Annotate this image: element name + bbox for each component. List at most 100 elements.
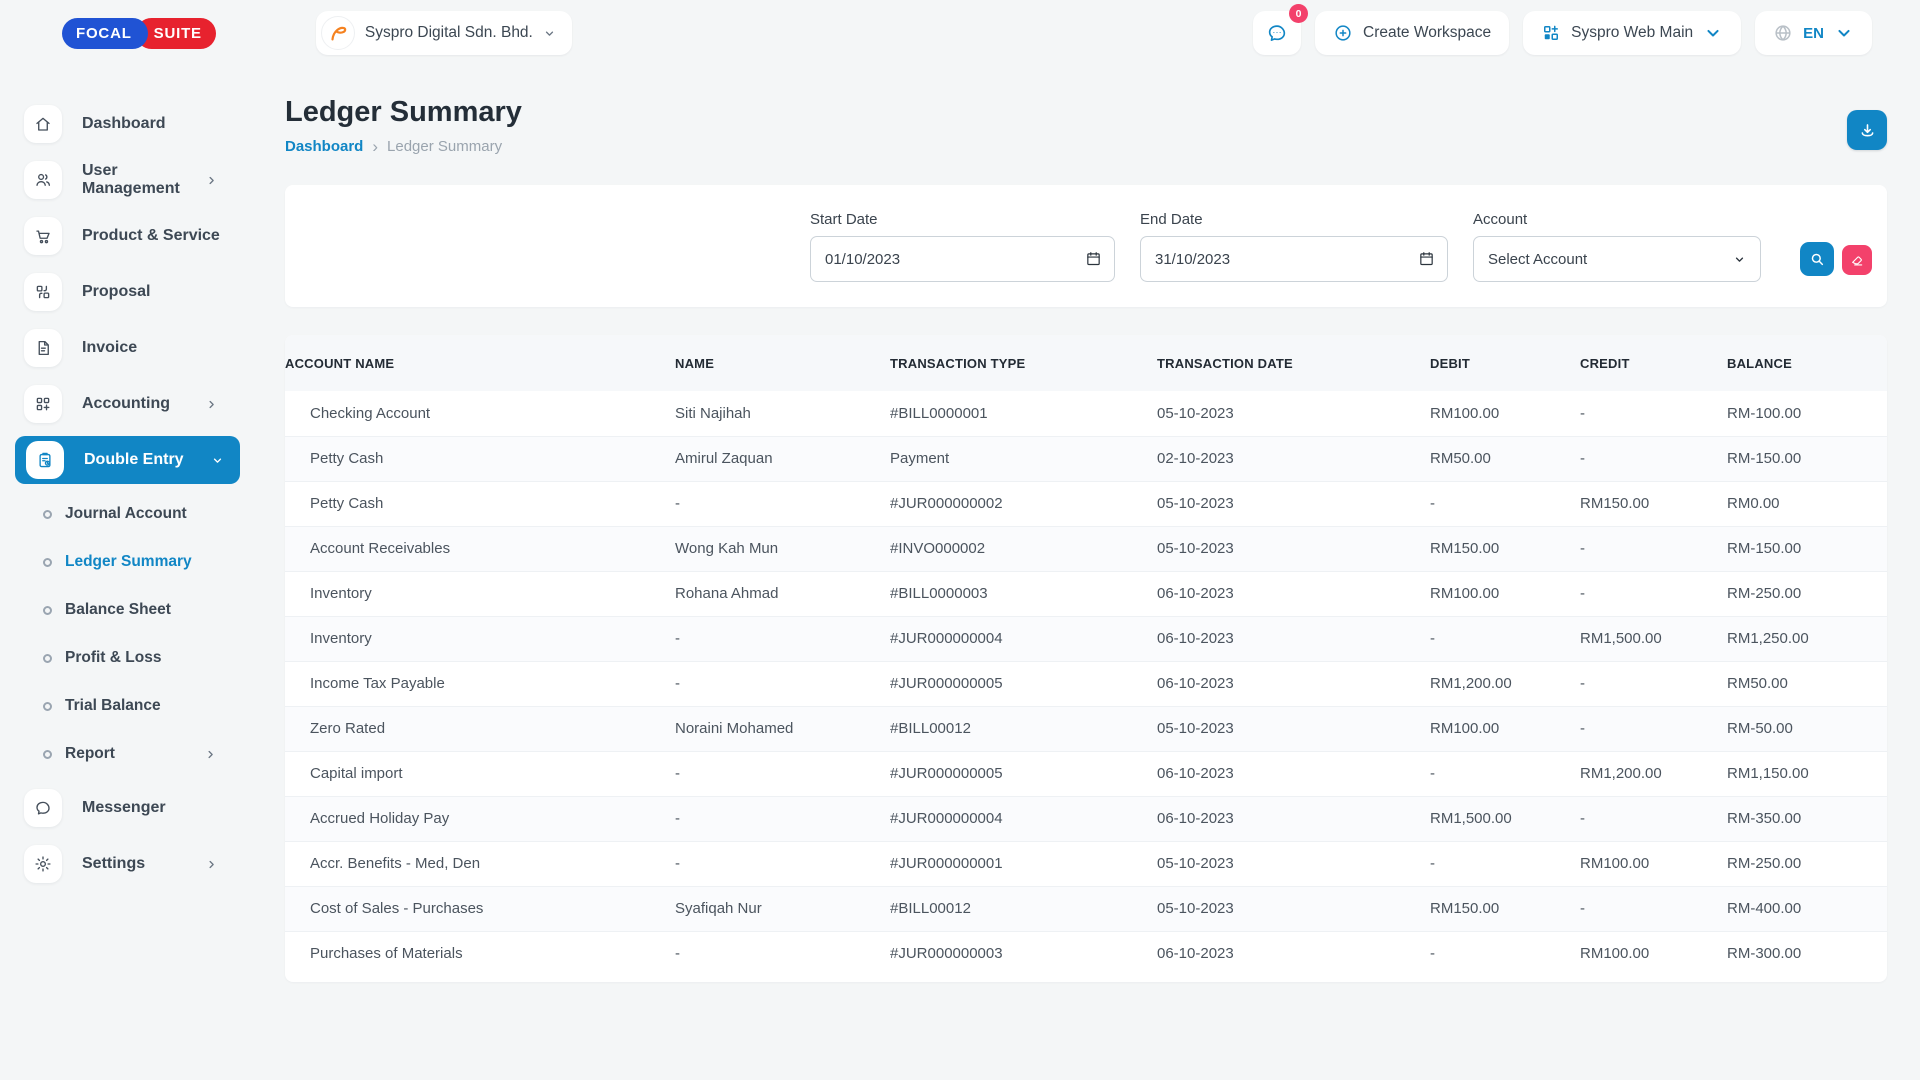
table-row[interactable]: Inventory Rohana Ahmad #BILL0000003 06-1… bbox=[285, 571, 1887, 616]
table-row[interactable]: Accr. Benefits - Med, Den - #JUR00000000… bbox=[285, 841, 1887, 886]
cell-name: - bbox=[675, 481, 890, 526]
cell-debit: RM100.00 bbox=[1430, 391, 1580, 436]
cell-credit: - bbox=[1580, 661, 1727, 706]
search-button[interactable] bbox=[1800, 242, 1834, 276]
company-selector[interactable]: Syspro Digital Sdn. Bhd. bbox=[316, 11, 572, 55]
sidebar-subitem[interactable]: Report bbox=[0, 730, 240, 778]
table-row[interactable]: Cost of Sales - Purchases Syafiqah Nur #… bbox=[285, 886, 1887, 931]
chevron-right-icon bbox=[204, 748, 217, 761]
company-name: Syspro Digital Sdn. Bhd. bbox=[365, 24, 533, 42]
sidebar-subitem[interactable]: Profit & Loss bbox=[0, 634, 240, 682]
table-row[interactable]: Inventory - #JUR000000004 06-10-2023 - R… bbox=[285, 616, 1887, 661]
bullet-icon bbox=[43, 606, 52, 615]
breadcrumb: Dashboard › Ledger Summary bbox=[285, 138, 522, 155]
table-row[interactable]: Capital import - #JUR000000005 06-10-202… bbox=[285, 751, 1887, 796]
chevron-down-icon bbox=[1733, 253, 1746, 266]
cell-balance: RM-300.00 bbox=[1727, 931, 1887, 976]
cell-debit: - bbox=[1430, 616, 1580, 661]
cell-transaction-date: 05-10-2023 bbox=[1157, 841, 1430, 886]
table-row[interactable]: Income Tax Payable - #JUR000000005 06-10… bbox=[285, 661, 1887, 706]
sidebar-item-proposal[interactable]: Proposal bbox=[0, 264, 240, 320]
page-title: Ledger Summary bbox=[285, 96, 522, 129]
table-row[interactable]: Petty Cash Amirul Zaquan Payment 02-10-2… bbox=[285, 436, 1887, 481]
breadcrumb-dashboard-link[interactable]: Dashboard bbox=[285, 138, 363, 155]
cell-name: - bbox=[675, 661, 890, 706]
cell-debit: - bbox=[1430, 841, 1580, 886]
sidebar-item-dashboard[interactable]: Dashboard bbox=[0, 96, 240, 152]
table-row[interactable]: Checking Account Siti Najihah #BILL00000… bbox=[285, 391, 1887, 436]
start-date-input[interactable] bbox=[810, 236, 1115, 282]
sidebar-subitem[interactable]: Journal Account bbox=[0, 490, 240, 538]
gear-icon bbox=[34, 855, 52, 873]
cell-account-name: Accr. Benefits - Med, Den bbox=[285, 841, 675, 886]
workspace-selector[interactable]: Syspro Web Main bbox=[1523, 11, 1741, 55]
cell-transaction-date: 06-10-2023 bbox=[1157, 796, 1430, 841]
table-row[interactable]: Purchases of Materials - #JUR000000003 0… bbox=[285, 931, 1887, 976]
chevron-right-icon bbox=[205, 174, 218, 187]
column-header: ACCOUNT NAME bbox=[285, 335, 675, 391]
cart-icon bbox=[34, 227, 52, 245]
cell-credit: RM150.00 bbox=[1580, 481, 1727, 526]
cell-debit: RM100.00 bbox=[1430, 571, 1580, 616]
table-row[interactable]: Petty Cash - #JUR000000002 05-10-2023 - … bbox=[285, 481, 1887, 526]
sidebar-item-product-service[interactable]: Product & Service bbox=[0, 208, 240, 264]
download-button[interactable] bbox=[1847, 110, 1887, 150]
clear-filter-button[interactable] bbox=[1842, 245, 1872, 275]
cell-name: Rohana Ahmad bbox=[675, 571, 890, 616]
sidebar-item-settings[interactable]: Settings bbox=[0, 836, 240, 892]
create-workspace-button[interactable]: Create Workspace bbox=[1315, 11, 1509, 55]
cell-transaction-type: #JUR000000001 bbox=[890, 841, 1157, 886]
cell-transaction-date: 06-10-2023 bbox=[1157, 931, 1430, 976]
table-row[interactable]: Accrued Holiday Pay - #JUR000000004 06-1… bbox=[285, 796, 1887, 841]
home-icon bbox=[34, 115, 52, 133]
sidebar-item-invoice[interactable]: Invoice bbox=[0, 320, 240, 376]
cell-account-name: Inventory bbox=[285, 616, 675, 661]
cell-name: - bbox=[675, 796, 890, 841]
sidebar-item-user-management[interactable]: User Management bbox=[0, 152, 240, 208]
sidebar-subitem[interactable]: Trial Balance bbox=[0, 682, 240, 730]
sidebar-item-accounting[interactable]: Accounting bbox=[0, 376, 240, 432]
app-logo[interactable]: FOCAL SUITE bbox=[62, 18, 216, 49]
chat-button[interactable]: 0 bbox=[1253, 11, 1301, 55]
cell-account-name: Inventory bbox=[285, 571, 675, 616]
cell-balance: RM1,150.00 bbox=[1727, 751, 1887, 796]
cell-transaction-type: #BILL0000003 bbox=[890, 571, 1157, 616]
column-header: TRANSACTION DATE bbox=[1157, 335, 1430, 391]
cell-debit: RM1,500.00 bbox=[1430, 796, 1580, 841]
ledger-table: ACCOUNT NAMENAMETRANSACTION TYPETRANSACT… bbox=[285, 335, 1887, 976]
chevron-down-icon bbox=[1703, 23, 1723, 43]
account-select[interactable]: Select Account bbox=[1473, 236, 1761, 282]
bullet-icon bbox=[43, 702, 52, 711]
cell-transaction-date: 06-10-2023 bbox=[1157, 751, 1430, 796]
table-row[interactable]: Account Receivables Wong Kah Mun #INVO00… bbox=[285, 526, 1887, 571]
cell-name: - bbox=[675, 841, 890, 886]
cell-account-name: Account Receivables bbox=[285, 526, 675, 571]
language-selector[interactable]: EN bbox=[1755, 11, 1872, 55]
sidebar-item-double-entry[interactable]: Double Entry bbox=[0, 432, 240, 488]
top-bar: FOCAL SUITE Syspro Digital Sdn. Bhd. 0 C… bbox=[0, 0, 1920, 60]
cell-account-name: Zero Rated bbox=[285, 706, 675, 751]
chat-icon bbox=[1266, 22, 1288, 44]
search-icon bbox=[1809, 251, 1825, 267]
logo-suite: SUITE bbox=[136, 18, 216, 49]
cell-debit: - bbox=[1430, 751, 1580, 796]
company-logo-icon bbox=[321, 16, 355, 50]
plus-circle-icon bbox=[1333, 23, 1353, 43]
cell-account-name: Petty Cash bbox=[285, 436, 675, 481]
workspace-grid-icon bbox=[1541, 23, 1561, 43]
table-header-row: ACCOUNT NAMENAMETRANSACTION TYPETRANSACT… bbox=[285, 335, 1887, 391]
sidebar-subitem[interactable]: Balance Sheet bbox=[0, 586, 240, 634]
end-date-input[interactable] bbox=[1140, 236, 1448, 282]
chevron-down-icon bbox=[1834, 23, 1854, 43]
download-icon bbox=[1858, 121, 1877, 140]
cell-transaction-date: 05-10-2023 bbox=[1157, 481, 1430, 526]
cell-name: Syafiqah Nur bbox=[675, 886, 890, 931]
chevron-down-icon bbox=[211, 454, 224, 467]
column-header: CREDIT bbox=[1580, 335, 1727, 391]
sidebar-item-messenger[interactable]: Messenger bbox=[0, 780, 240, 836]
table-row[interactable]: Zero Rated Noraini Mohamed #BILL00012 05… bbox=[285, 706, 1887, 751]
sidebar-subitem[interactable]: Ledger Summary bbox=[0, 538, 240, 586]
cell-transaction-date: 06-10-2023 bbox=[1157, 661, 1430, 706]
cell-balance: RM-150.00 bbox=[1727, 436, 1887, 481]
topbar-actions: 0 Create Workspace Syspro Web Main EN bbox=[1253, 11, 1872, 55]
